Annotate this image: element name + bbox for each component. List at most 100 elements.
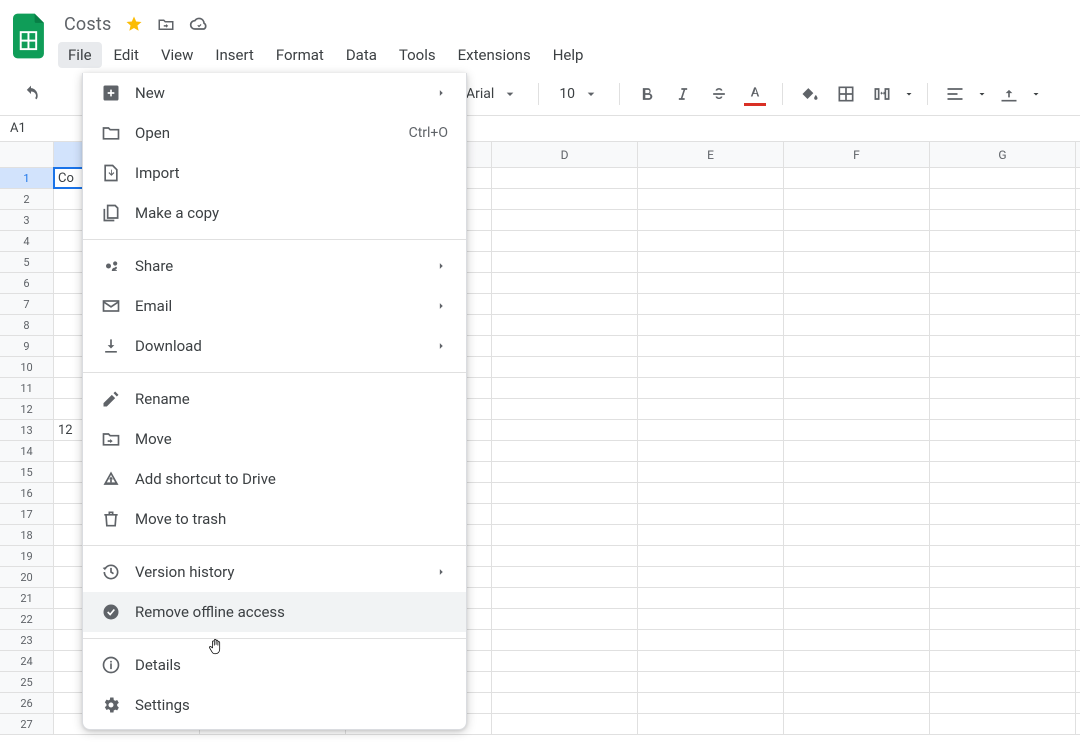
move-folder-icon[interactable] <box>157 15 175 33</box>
cell[interactable] <box>492 525 638 545</box>
file-menu-email[interactable]: Email <box>83 286 466 326</box>
cell[interactable] <box>638 483 784 503</box>
cell[interactable] <box>638 378 784 398</box>
file-menu-download[interactable]: Download <box>83 326 466 366</box>
name-box[interactable]: A1 <box>0 121 56 136</box>
cell[interactable] <box>930 567 1076 587</box>
row-header[interactable]: 17 <box>0 504 54 525</box>
italic-button[interactable] <box>668 79 698 109</box>
row-header[interactable]: 7 <box>0 294 54 315</box>
row-header[interactable]: 12 <box>0 399 54 420</box>
menu-data[interactable]: Data <box>336 42 387 68</box>
col-header[interactable]: D <box>492 142 638 167</box>
cell[interactable] <box>492 672 638 692</box>
cell[interactable] <box>784 189 930 209</box>
file-menu-copy[interactable]: Make a copy <box>83 193 466 233</box>
cell[interactable] <box>492 588 638 608</box>
cell[interactable] <box>784 252 930 272</box>
cell[interactable] <box>638 672 784 692</box>
cell[interactable] <box>930 357 1076 377</box>
cell[interactable] <box>930 714 1076 734</box>
borders-button[interactable] <box>831 79 861 109</box>
row-header[interactable]: 27 <box>0 714 54 735</box>
cell[interactable] <box>784 567 930 587</box>
sheets-logo[interactable] <box>8 14 52 58</box>
row-header[interactable]: 4 <box>0 231 54 252</box>
row-header[interactable]: 19 <box>0 546 54 567</box>
file-menu-trash[interactable]: Move to trash <box>83 499 466 539</box>
cell[interactable] <box>930 483 1076 503</box>
menu-file[interactable]: File <box>58 42 102 68</box>
row-header[interactable]: 15 <box>0 462 54 483</box>
cell[interactable] <box>638 714 784 734</box>
cell[interactable] <box>492 357 638 377</box>
cell[interactable] <box>784 420 930 440</box>
cell[interactable] <box>492 378 638 398</box>
row-header[interactable]: 21 <box>0 588 54 609</box>
cell[interactable] <box>930 630 1076 650</box>
cell[interactable] <box>930 693 1076 713</box>
cell[interactable] <box>638 420 784 440</box>
row-header[interactable]: 26 <box>0 693 54 714</box>
row-header[interactable]: 20 <box>0 567 54 588</box>
row-header[interactable]: 6 <box>0 273 54 294</box>
cell[interactable] <box>930 525 1076 545</box>
cell[interactable] <box>930 651 1076 671</box>
cell[interactable] <box>638 273 784 293</box>
cell[interactable] <box>784 651 930 671</box>
text-color-button[interactable] <box>740 79 770 109</box>
cell[interactable] <box>784 693 930 713</box>
cell[interactable] <box>784 546 930 566</box>
valign-button[interactable] <box>994 79 1024 109</box>
cell[interactable] <box>638 441 784 461</box>
cell[interactable] <box>638 252 784 272</box>
merge-button[interactable] <box>867 79 897 109</box>
cell[interactable] <box>492 252 638 272</box>
cell[interactable] <box>492 546 638 566</box>
row-header[interactable]: 1 <box>0 168 54 189</box>
cell[interactable] <box>492 231 638 251</box>
file-menu-details[interactable]: Details <box>83 645 466 685</box>
cell[interactable] <box>784 315 930 335</box>
menu-format[interactable]: Format <box>266 42 334 68</box>
row-header[interactable]: 11 <box>0 378 54 399</box>
cell[interactable] <box>492 630 638 650</box>
row-header[interactable]: 18 <box>0 525 54 546</box>
halign-caret-icon[interactable] <box>976 88 988 100</box>
file-menu-share[interactable]: Share <box>83 246 466 286</box>
cell[interactable] <box>784 504 930 524</box>
col-header[interactable]: E <box>638 142 784 167</box>
cell[interactable] <box>638 588 784 608</box>
file-menu-settings[interactable]: Settings <box>83 685 466 725</box>
row-header[interactable]: 25 <box>0 672 54 693</box>
file-menu-new[interactable]: New <box>83 73 466 113</box>
cell[interactable] <box>784 294 930 314</box>
cell[interactable] <box>638 567 784 587</box>
cell[interactable] <box>930 294 1076 314</box>
cloud-check-icon[interactable] <box>189 14 209 34</box>
row-header[interactable]: 10 <box>0 357 54 378</box>
cell[interactable] <box>492 273 638 293</box>
row-header[interactable]: 9 <box>0 336 54 357</box>
cell[interactable] <box>784 399 930 419</box>
cell[interactable] <box>784 168 930 188</box>
col-header[interactable]: F <box>784 142 930 167</box>
cell[interactable] <box>492 483 638 503</box>
bold-button[interactable] <box>632 79 662 109</box>
file-menu-offline[interactable]: Remove offline access <box>83 592 466 632</box>
menu-view[interactable]: View <box>151 42 203 68</box>
font-select[interactable]: Arial <box>458 79 526 109</box>
file-menu-add-shortcut[interactable]: Add shortcut to Drive <box>83 459 466 499</box>
cell[interactable] <box>930 546 1076 566</box>
font-size-select[interactable]: 10 <box>551 79 607 109</box>
file-menu-rename[interactable]: Rename <box>83 379 466 419</box>
file-menu-version[interactable]: Version history <box>83 552 466 592</box>
cell[interactable] <box>930 315 1076 335</box>
cell[interactable] <box>492 567 638 587</box>
cell[interactable] <box>784 231 930 251</box>
cell[interactable] <box>930 420 1076 440</box>
menu-help[interactable]: Help <box>543 42 594 68</box>
menu-insert[interactable]: Insert <box>205 42 263 68</box>
cell[interactable] <box>492 651 638 671</box>
row-header[interactable]: 8 <box>0 315 54 336</box>
